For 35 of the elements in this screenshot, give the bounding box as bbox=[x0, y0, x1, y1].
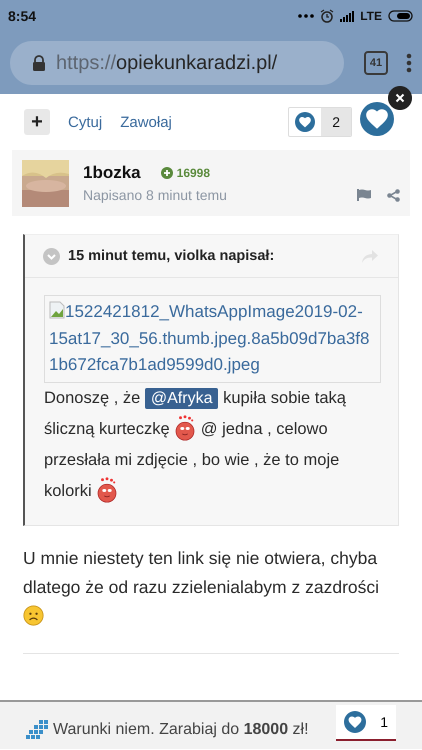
network-type: LTE bbox=[360, 9, 382, 23]
more-dots-icon bbox=[298, 14, 314, 18]
reply-text: U mnie niestety ten link się nie otwiera, chyba dlatego że od razu zzielenialabym z zazdrości bbox=[23, 544, 399, 654]
post-time: Napisano 8 minut temu bbox=[83, 187, 228, 203]
reputation-count: 16998 bbox=[176, 166, 210, 180]
action-link[interactable]: Zawołaj bbox=[120, 114, 172, 130]
alarm-clock-icon bbox=[320, 9, 334, 23]
expand-button[interactable]: + bbox=[24, 109, 50, 135]
menu-icon[interactable] bbox=[406, 53, 412, 73]
blushing-smiley-icon bbox=[174, 414, 196, 442]
author-name[interactable]: 1bozka bbox=[83, 163, 141, 183]
blushing-smiley-icon bbox=[96, 476, 118, 504]
quote-header: 15 minut temu, violka napisał: bbox=[68, 248, 276, 264]
lock-icon bbox=[32, 55, 46, 71]
share-icon[interactable] bbox=[387, 189, 400, 202]
signal-icon bbox=[340, 10, 354, 22]
broken-image-link[interactable]: 1522421812_WhatsAppImage2019-02-15at17_30_56.thumb.jpeg.8a5b09d7ba3f81b672fca7b1ad9599d0.jpeg bbox=[44, 295, 381, 382]
plus-circle-icon bbox=[160, 167, 173, 179]
flag-icon[interactable] bbox=[357, 189, 371, 201]
mention-link[interactable]: @Afryka bbox=[144, 388, 218, 408]
address-bar[interactable]: https://opiekunkaradzi.pl/ bbox=[10, 41, 344, 85]
action-link[interactable]: Cytuj bbox=[68, 114, 102, 130]
sad-face-icon bbox=[23, 604, 44, 626]
battery-icon bbox=[388, 10, 414, 22]
broken-image-icon bbox=[49, 301, 65, 319]
like-button[interactable] bbox=[360, 102, 394, 136]
quote-text: Donoszę , że @Afryka kupiła sobie taką śliczną kurteczkę @ jedna , celowo przesłała mi zdjęcie , bo wie , że to moje kolorki bbox=[44, 382, 381, 506]
logo-icon bbox=[25, 718, 51, 740]
clock-time: 8:54 bbox=[8, 8, 36, 24]
reaction-counter[interactable]: 2 bbox=[288, 107, 352, 137]
url-text: https://opiekunkaradzi.pl/ bbox=[56, 52, 278, 74]
tab-count-button[interactable]: 41 bbox=[364, 51, 388, 75]
chevron-down-icon[interactable] bbox=[43, 248, 60, 264]
ad-text[interactable]: Warunki niem. Zarabiaj do 18000 zł! bbox=[53, 720, 336, 738]
reaction-counter[interactable]: 1 bbox=[336, 704, 396, 740]
